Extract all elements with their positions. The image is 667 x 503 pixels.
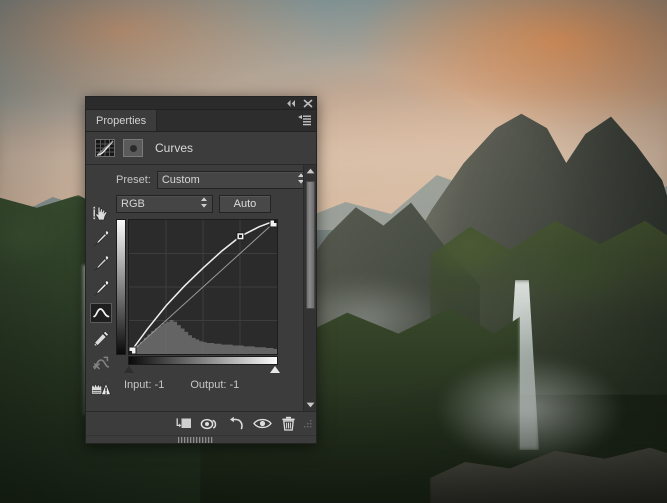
- pencil-draw-curve-icon[interactable]: [90, 328, 112, 348]
- clipping-warning-icon[interactable]: [90, 378, 112, 398]
- panel-footer: [86, 411, 316, 435]
- delete-layer-icon[interactable]: [276, 414, 300, 434]
- curves-graph[interactable]: [116, 219, 279, 371]
- toggle-layer-visibility-icon[interactable]: [250, 414, 274, 434]
- output-gradient-bar: [116, 219, 126, 355]
- curve-plot[interactable]: [129, 220, 277, 354]
- input-gradient-bar: [128, 356, 278, 365]
- scrollbar-track[interactable]: [305, 177, 316, 399]
- mask-dot-icon: [130, 145, 137, 152]
- panel-header: Curves: [86, 132, 316, 165]
- auto-button-label: Auto: [234, 198, 257, 210]
- tab-properties-label: Properties: [96, 115, 146, 127]
- black-point-slider[interactable]: [124, 366, 134, 373]
- panel-bottom-grip[interactable]: [86, 435, 316, 443]
- eyedropper-white-point-icon[interactable]: [90, 278, 112, 298]
- panel-menu-icon[interactable]: [298, 115, 311, 129]
- clip-to-layer-icon[interactable]: [172, 414, 196, 434]
- preset-select[interactable]: Custom: [157, 171, 310, 189]
- input-output-readout: Input: -1 Output: -1: [116, 379, 310, 391]
- close-icon[interactable]: [303, 99, 313, 108]
- panel-resize-grip[interactable]: [304, 420, 313, 432]
- collapse-panel-icon[interactable]: [286, 99, 297, 108]
- channel-row: RGB Auto: [116, 195, 310, 213]
- panel-titlebar[interactable]: [86, 97, 316, 110]
- curves-tool-column: [86, 165, 116, 411]
- preset-select-value: Custom: [162, 174, 200, 186]
- edit-points-curve-icon[interactable]: [90, 303, 112, 323]
- toggle-previous-state-icon[interactable]: [198, 414, 222, 434]
- properties-panel[interactable]: Properties: [85, 96, 317, 444]
- scroll-up-arrow-icon[interactable]: [306, 165, 315, 177]
- panel-tab-row[interactable]: Properties: [86, 110, 316, 132]
- scroll-down-arrow-icon[interactable]: [306, 399, 315, 411]
- input-label: Input:: [124, 379, 152, 391]
- curves-adjustment-icon[interactable]: [95, 139, 115, 157]
- input-readout: Input: -1: [124, 379, 164, 391]
- preset-row: Preset: Custom: [116, 171, 310, 189]
- output-readout: Output: -1: [190, 379, 239, 391]
- output-label: Output:: [190, 379, 226, 391]
- reset-adjustment-icon[interactable]: [224, 414, 248, 434]
- auto-button[interactable]: Auto: [219, 195, 271, 213]
- curves-controls: Preset: Custom RGB: [116, 165, 316, 411]
- page-title: Curves: [155, 141, 193, 155]
- scrollbar-thumb[interactable]: [306, 181, 315, 309]
- white-point-slider[interactable]: [270, 366, 280, 373]
- eyedropper-black-point-icon[interactable]: [90, 228, 112, 248]
- input-value: -1: [155, 379, 165, 391]
- tab-properties[interactable]: Properties: [86, 110, 157, 131]
- channel-select[interactable]: RGB: [116, 195, 213, 213]
- channel-select-value: RGB: [121, 198, 145, 210]
- panel-scrollbar[interactable]: [303, 165, 316, 411]
- curves-grid[interactable]: [128, 219, 278, 355]
- smooth-curve-values-icon[interactable]: [90, 353, 112, 373]
- chevron-updown-icon: [200, 197, 208, 211]
- panel-body: Preset: Custom RGB: [86, 165, 316, 411]
- preset-label: Preset:: [116, 174, 151, 186]
- output-value: -1: [230, 379, 240, 391]
- layer-mask-thumbnail[interactable]: [123, 139, 143, 157]
- screen: Properties: [0, 0, 667, 503]
- on-image-adjust-icon[interactable]: [90, 203, 112, 223]
- eyedropper-gray-point-icon[interactable]: [90, 253, 112, 273]
